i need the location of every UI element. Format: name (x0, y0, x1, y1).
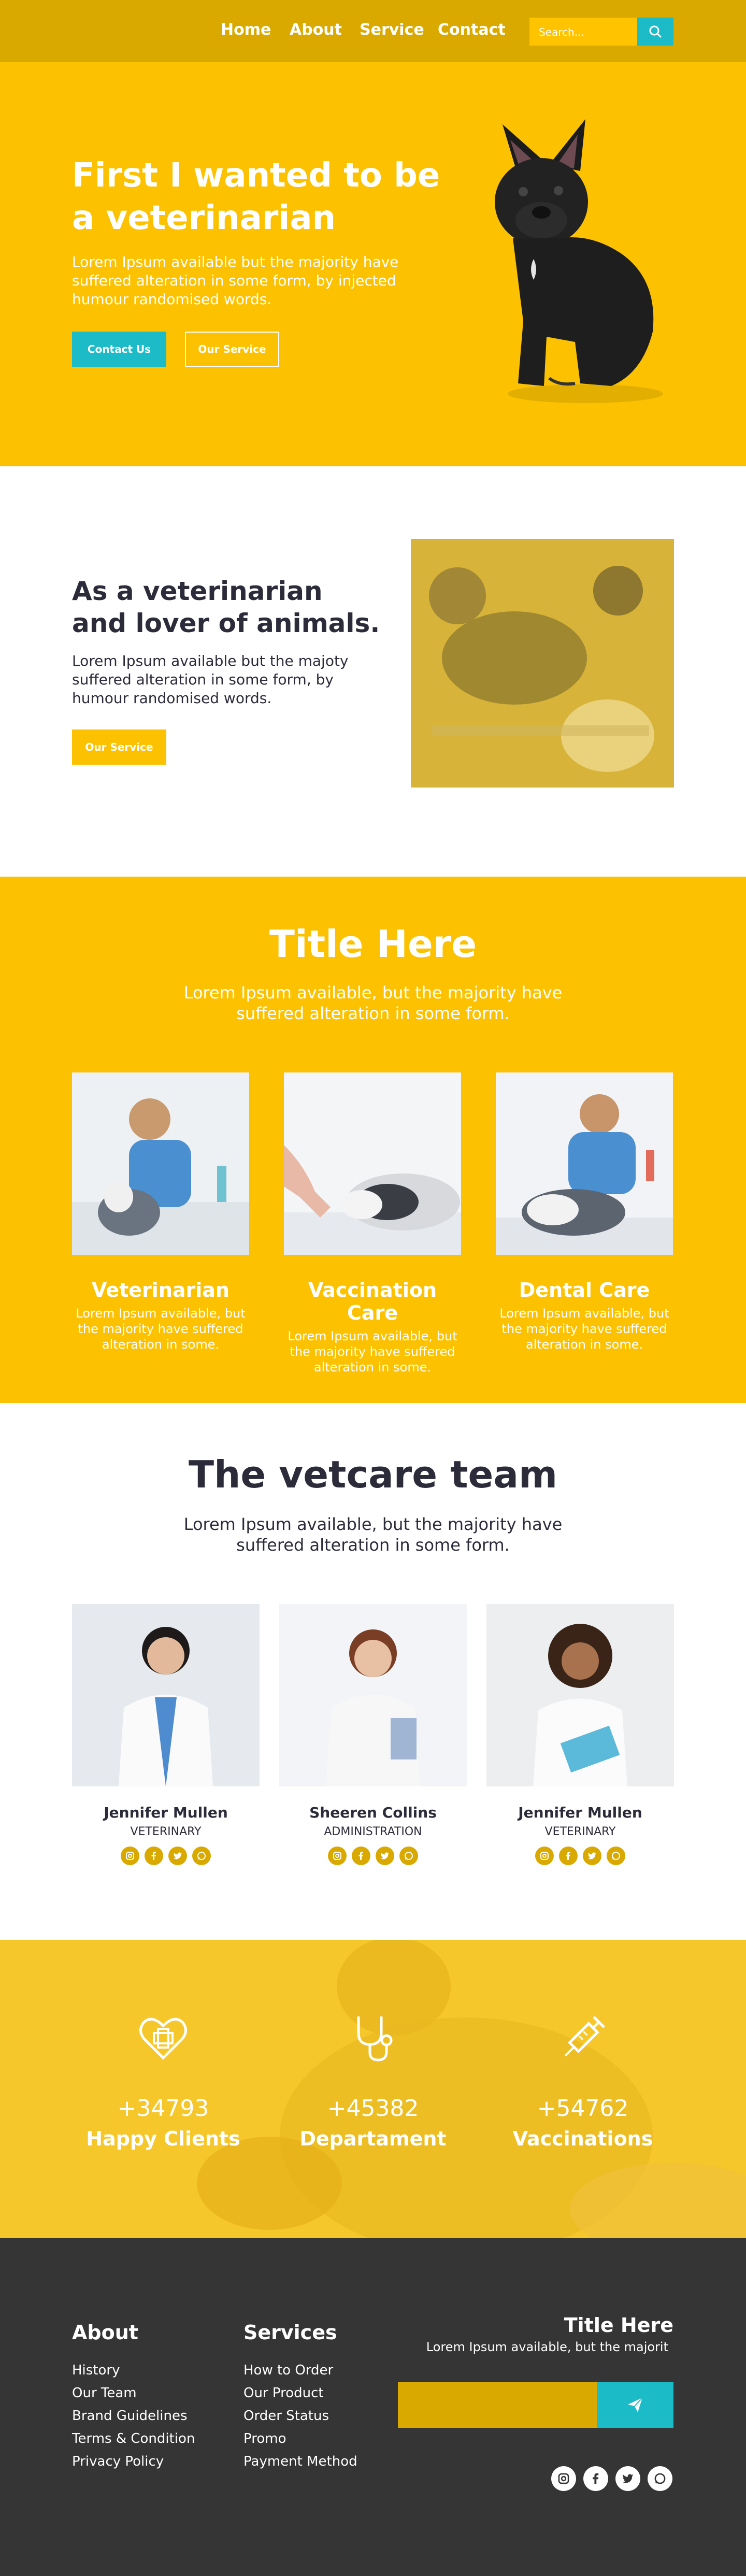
footer: About History Our Team Brand Guidelines … (0, 2238, 746, 2576)
services-title: Title Here (269, 922, 477, 966)
team-member-card: Sheeren Collins ADMINISTRATION (279, 1604, 467, 1865)
send-icon (628, 2397, 643, 2412)
dental-care-photo (496, 1072, 673, 1255)
about-section: As a veterinarian and lover of animals. … (0, 466, 746, 877)
stats-section: +34793 Happy Clients +45382 Departament … (0, 1940, 746, 2238)
stat-vaccinations: +54762 Vaccinations (474, 1940, 692, 2238)
team-section: The vetcare team Lorem Ipsum available, … (0, 1403, 746, 1940)
service-text: Lorem Ipsum available, but the majority … (76, 1306, 246, 1352)
hero-title: First I wanted to be a veterinarian (72, 156, 440, 237)
team-member-role: ADMINISTRATION (324, 1825, 422, 1838)
footer-link-our-product[interactable]: Our Product (243, 2385, 324, 2401)
service-card-dental[interactable]: Dental Care Lorem Ipsum available, but t… (496, 1072, 673, 1352)
instagram-icon[interactable] (551, 2466, 576, 2491)
vet-with-dog-photo (411, 539, 674, 788)
instagram-icon[interactable] (535, 1847, 554, 1865)
stat-departament: +45382 Departament (264, 1940, 482, 2238)
stat-number: +34793 (117, 2095, 209, 2122)
stat-label: Happy Clients (86, 2127, 240, 2150)
facebook-icon[interactable] (352, 1847, 370, 1865)
twitter-icon[interactable] (583, 1847, 601, 1865)
nav-link-service[interactable]: Service (360, 21, 424, 39)
contact-us-button[interactable]: Contact Us (72, 332, 166, 367)
facebook-icon[interactable] (583, 2466, 608, 2491)
twitter-icon[interactable] (376, 1847, 394, 1865)
team-title: The vetcare team (189, 1453, 557, 1496)
team-member-name: Jennifer Mullen (104, 1804, 228, 1821)
our-service-button[interactable]: Our Service (185, 332, 279, 367)
footer-newsletter-title: Title Here (564, 2314, 673, 2337)
vaccination-photo (284, 1072, 461, 1255)
about-title: As a veterinarian and lover of animals. (72, 576, 380, 638)
service-text: Lorem Ipsum available, but the majority … (288, 1329, 457, 1375)
whatsapp-icon[interactable] (192, 1847, 211, 1865)
search-icon (649, 25, 662, 38)
hero-section: First I wanted to be a veterinarian Lore… (0, 62, 746, 466)
service-title: Vaccination Care (308, 1279, 437, 1324)
footer-link-our-team[interactable]: Our Team (72, 2385, 137, 2401)
service-title: Dental Care (519, 1279, 650, 1301)
footer-newsletter-text: Lorem Ipsum available, but the majorit (426, 2340, 668, 2354)
footer-link-order-status[interactable]: Order Status (243, 2408, 329, 2424)
top-navigation-bar: Home About Service Contact Search... (0, 0, 746, 62)
footer-link-history[interactable]: History (72, 2363, 120, 2378)
service-card-vaccination[interactable]: Vaccination Care Lorem Ipsum available, … (284, 1072, 461, 1375)
team-member-name: Sheeren Collins (309, 1804, 437, 1821)
search-input[interactable]: Search... (529, 18, 637, 46)
veterinarian-photo (72, 1072, 249, 1255)
facebook-icon[interactable] (145, 1847, 163, 1865)
footer-link-brand-guidelines[interactable]: Brand Guidelines (72, 2408, 188, 2424)
french-bulldog-image (495, 119, 663, 403)
team-member-photo (72, 1604, 260, 1786)
stat-label: Departament (299, 2127, 447, 2150)
about-text: Lorem Ipsum available but the majoty suf… (72, 652, 349, 707)
team-subtitle: Lorem Ipsum available, but the majority … (183, 1514, 563, 1555)
footer-link-payment-method[interactable]: Payment Method (243, 2454, 357, 2469)
instagram-icon[interactable] (121, 1847, 139, 1865)
nav-link-about[interactable]: About (290, 21, 342, 39)
newsletter-email-input[interactable] (398, 2382, 597, 2428)
whatsapp-icon[interactable] (648, 2466, 672, 2491)
service-title: Veterinarian (92, 1279, 229, 1301)
service-card-veterinarian[interactable]: Veterinarian Lorem Ipsum available, but … (72, 1072, 249, 1352)
stethoscope-icon (357, 2016, 393, 2062)
team-member-photo (486, 1604, 674, 1786)
newsletter-send-button[interactable] (597, 2382, 673, 2428)
team-member-name: Jennifer Mullen (518, 1804, 642, 1821)
stat-number: +54762 (537, 2095, 629, 2122)
team-member-role: VETERINARY (130, 1825, 202, 1838)
footer-link-privacy[interactable]: Privacy Policy (72, 2454, 164, 2469)
stat-label: Vaccinations (512, 2127, 653, 2150)
syringe-icon (564, 2016, 605, 2057)
service-text: Lorem Ipsum available, but the majority … (499, 1306, 669, 1352)
whatsapp-icon[interactable] (607, 1847, 625, 1865)
whatsapp-icon[interactable] (399, 1847, 418, 1865)
twitter-icon[interactable] (168, 1847, 187, 1865)
heart-plus-icon (139, 2017, 187, 2060)
facebook-icon[interactable] (559, 1847, 578, 1865)
footer-link-how-to-order[interactable]: How to Order (243, 2363, 333, 2378)
footer-link-terms[interactable]: Terms & Condition (72, 2431, 195, 2446)
services-subtitle: Lorem Ipsum available, but the majority … (183, 983, 563, 1023)
search-button[interactable] (637, 18, 673, 46)
hero-text: Lorem Ipsum available but the majority h… (72, 253, 399, 308)
instagram-icon[interactable] (328, 1847, 347, 1865)
team-member-role: VETERINARY (544, 1825, 616, 1838)
team-member-card: Jennifer Mullen VETERINARY (72, 1604, 260, 1865)
nav-link-contact[interactable]: Contact (438, 21, 506, 39)
about-our-service-button[interactable]: Our Service (72, 729, 166, 765)
stat-happy-clients: +34793 Happy Clients (54, 1940, 272, 2238)
footer-services-title: Services (243, 2321, 337, 2344)
nav-link-home[interactable]: Home (221, 21, 271, 39)
footer-about-title: About (72, 2321, 138, 2344)
stat-number: +45382 (327, 2095, 419, 2122)
twitter-icon[interactable] (615, 2466, 640, 2491)
footer-link-promo[interactable]: Promo (243, 2431, 286, 2446)
team-member-photo (279, 1604, 467, 1786)
services-section: Title Here Lorem Ipsum available, but th… (0, 877, 746, 1403)
team-member-card: Jennifer Mullen VETERINARY (486, 1604, 674, 1865)
